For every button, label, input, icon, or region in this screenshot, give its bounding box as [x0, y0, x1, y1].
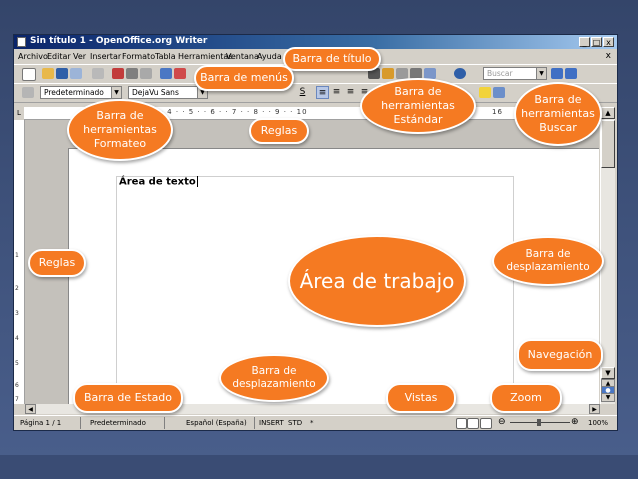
- highlight-icon[interactable]: [479, 87, 491, 98]
- print-icon[interactable]: [126, 68, 138, 79]
- callout-format-toolbar: Barra de herramientas Formateo: [67, 99, 173, 161]
- find-previous-icon[interactable]: [565, 68, 577, 79]
- zoom-percentage[interactable]: 100%: [588, 419, 608, 427]
- gallery-icon[interactable]: [382, 68, 394, 79]
- scroll-right-icon[interactable]: ▶: [589, 404, 600, 414]
- search-dropdown-icon[interactable]: ▼: [536, 68, 546, 79]
- menu-editar[interactable]: Editar: [47, 52, 71, 61]
- align-right-button[interactable]: ≡: [344, 86, 357, 99]
- status-separator: [80, 417, 81, 429]
- menu-insertar[interactable]: Insertar: [90, 52, 121, 61]
- vruler-number: 6: [15, 382, 19, 389]
- vruler-number: 2: [15, 285, 19, 292]
- autospellcheck-icon[interactable]: [174, 68, 186, 79]
- callout-horizontal-scroll: Barra de desplazamiento: [219, 354, 329, 402]
- edit-file-icon[interactable]: [92, 68, 104, 79]
- underline-button[interactable]: S: [296, 86, 309, 99]
- minimize-button[interactable]: _: [579, 37, 590, 47]
- menu-tabla[interactable]: Tabla: [155, 52, 176, 61]
- callout-rulers-left: Reglas: [28, 249, 86, 277]
- new-document-icon[interactable]: [22, 68, 36, 81]
- document-close-icon[interactable]: x: [606, 51, 611, 61]
- menu-ventana[interactable]: Ventana: [226, 52, 259, 61]
- single-page-view-icon[interactable]: [456, 418, 467, 429]
- writer-app-icon: [17, 37, 26, 47]
- maximize-button[interactable]: □: [591, 37, 602, 47]
- callout-title-bar: Barra de título: [283, 47, 381, 71]
- callout-vertical-scroll: Barra de desplazamiento: [492, 236, 604, 286]
- paragraph-style-value: Predeterminado: [44, 88, 104, 97]
- zoom-slider-thumb[interactable]: [537, 419, 541, 426]
- status-insert-mode[interactable]: INSERT: [259, 419, 284, 427]
- zoom-in-icon[interactable]: ⊕: [571, 417, 579, 427]
- callout-rulers-top: Reglas: [249, 118, 309, 144]
- status-selection-mode[interactable]: STD: [288, 419, 302, 427]
- find-next-icon[interactable]: [551, 68, 563, 79]
- window-title: Sin título 1 - OpenOffice.org Writer: [30, 36, 208, 46]
- vruler-number: 3: [15, 310, 19, 317]
- callout-menu-bar: Barra de menús: [194, 65, 294, 91]
- menu-archivo[interactable]: Archivo: [18, 52, 48, 61]
- spellcheck-icon[interactable]: [160, 68, 172, 79]
- help-icon[interactable]: [454, 68, 466, 79]
- status-separator: [254, 417, 255, 429]
- paragraph-style-select[interactable]: Predeterminado ▼: [40, 86, 122, 99]
- vertical-ruler[interactable]: 1 2 3 4 5 6 7: [14, 120, 25, 404]
- save-icon[interactable]: [56, 68, 68, 79]
- callout-standard-toolbar: Barra de herramientas Estándar: [360, 78, 476, 134]
- data-sources-icon[interactable]: [396, 68, 408, 79]
- scroll-up-icon[interactable]: ▲: [601, 107, 615, 119]
- align-left-button[interactable]: ≡: [316, 86, 329, 99]
- styles-formatting-icon[interactable]: [22, 87, 34, 98]
- export-pdf-icon[interactable]: [112, 68, 124, 79]
- vruler-number: 4: [15, 335, 19, 342]
- callout-navigation: Navegación: [517, 339, 603, 371]
- align-center-button[interactable]: ≡: [330, 86, 343, 99]
- status-separator: [164, 417, 165, 429]
- close-button[interactable]: x: [603, 37, 614, 47]
- font-name-select[interactable]: DejaVu Sans ▼: [128, 86, 208, 99]
- search-placeholder: Buscar: [487, 69, 513, 78]
- status-language[interactable]: Español (España): [186, 419, 247, 427]
- vruler-number: 1: [15, 252, 19, 259]
- font-name-value: DejaVu Sans: [132, 88, 179, 97]
- multi-page-view-icon[interactable]: [467, 418, 479, 429]
- vruler-number: 7: [15, 396, 19, 403]
- vertical-scroll-thumb[interactable]: [601, 120, 615, 168]
- menu-formato[interactable]: Formato: [122, 52, 155, 61]
- status-bar: Página 1 / 1 Predeterminado Español (Esp…: [14, 415, 617, 430]
- email-icon[interactable]: [70, 68, 82, 79]
- open-folder-icon[interactable]: [42, 68, 54, 79]
- search-input[interactable]: Buscar ▼: [483, 67, 547, 80]
- callout-zoom: Zoom: [490, 383, 562, 413]
- status-page: Página 1 / 1: [20, 419, 62, 427]
- callout-views: Vistas: [386, 383, 456, 413]
- background-color-icon[interactable]: [493, 87, 505, 98]
- vruler-number: 5: [15, 360, 19, 367]
- status-modified: *: [310, 419, 314, 427]
- callout-search-toolbar: Barra de herramientas Buscar: [514, 82, 602, 146]
- paragraph-style-dropdown-icon[interactable]: ▼: [111, 87, 121, 98]
- menu-ver[interactable]: Ver: [73, 52, 86, 61]
- zoom-out-icon[interactable]: ⊖: [498, 417, 506, 427]
- document-text[interactable]: Área de texto: [119, 176, 198, 188]
- scroll-down-icon[interactable]: ▼: [601, 367, 615, 379]
- callout-work-area: Área de trabajo: [288, 235, 466, 327]
- book-view-icon[interactable]: [480, 418, 492, 429]
- scroll-left-icon[interactable]: ◀: [25, 404, 36, 414]
- callout-status-bar: Barra de Estado: [73, 383, 183, 413]
- status-style[interactable]: Predeterminado: [90, 419, 146, 427]
- ruler-end-number: 16: [492, 108, 503, 116]
- menu-herramientas[interactable]: Herramientas: [178, 52, 233, 61]
- menu-ayuda[interactable]: Ayuda: [257, 52, 282, 61]
- slide-footer-band: [0, 455, 638, 479]
- print-preview-icon[interactable]: [140, 68, 152, 79]
- text-cursor: [196, 176, 198, 187]
- next-page-icon[interactable]: ▼: [601, 393, 615, 402]
- tab-stop-selector[interactable]: L: [14, 107, 24, 119]
